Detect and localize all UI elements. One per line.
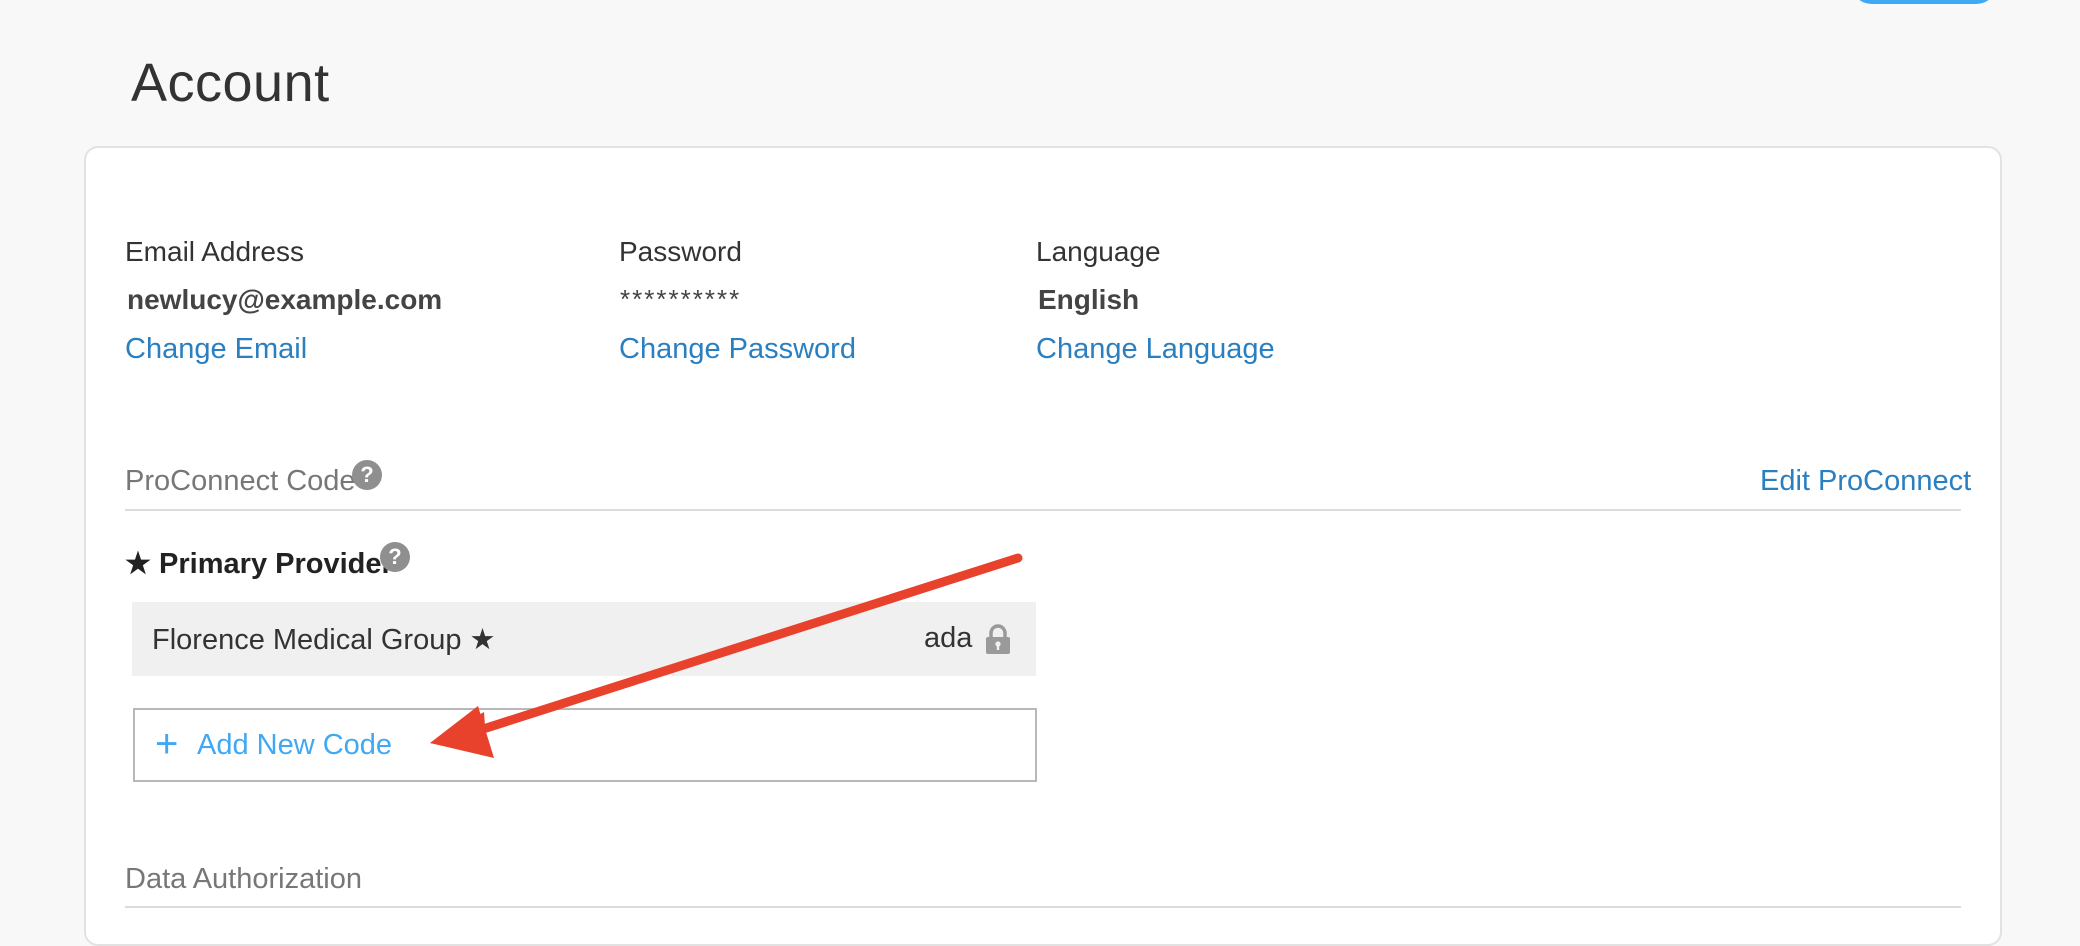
add-new-code-label: Add New Code bbox=[197, 729, 393, 761]
password-label: Password bbox=[619, 236, 742, 267]
language-label: Language bbox=[1036, 236, 1161, 267]
add-new-code-button[interactable]: + Add New Code bbox=[133, 708, 1037, 782]
provider-name: Florence Medical Group ★ bbox=[152, 624, 496, 656]
data-authorization-divider bbox=[125, 906, 1961, 908]
proconnect-help-icon[interactable]: ? bbox=[352, 460, 382, 490]
top-action-button[interactable] bbox=[1850, 0, 1998, 4]
provider-row: Florence Medical Group ★ ada bbox=[132, 602, 1036, 676]
primary-provider-help-icon[interactable]: ? bbox=[380, 542, 410, 572]
edit-proconnect-link[interactable]: Edit ProConnect bbox=[1760, 465, 1971, 498]
password-value: ********** bbox=[620, 284, 742, 314]
plus-icon: + bbox=[155, 722, 179, 766]
change-email-link[interactable]: Change Email bbox=[125, 333, 307, 366]
email-value: newlucy@example.com bbox=[127, 284, 443, 315]
proconnect-code-label: ProConnect Code bbox=[125, 465, 356, 497]
email-label: Email Address bbox=[125, 236, 304, 267]
data-authorization-label: Data Authorization bbox=[125, 863, 362, 895]
provider-code: ada bbox=[924, 622, 973, 654]
language-value: English bbox=[1038, 284, 1140, 315]
page-title: Account bbox=[131, 53, 330, 113]
section-divider bbox=[125, 509, 1961, 511]
change-password-link[interactable]: Change Password bbox=[619, 333, 856, 366]
lock-icon bbox=[986, 624, 1010, 654]
primary-provider-heading: ★ Primary Provider bbox=[125, 548, 393, 580]
change-language-link[interactable]: Change Language bbox=[1036, 333, 1275, 366]
